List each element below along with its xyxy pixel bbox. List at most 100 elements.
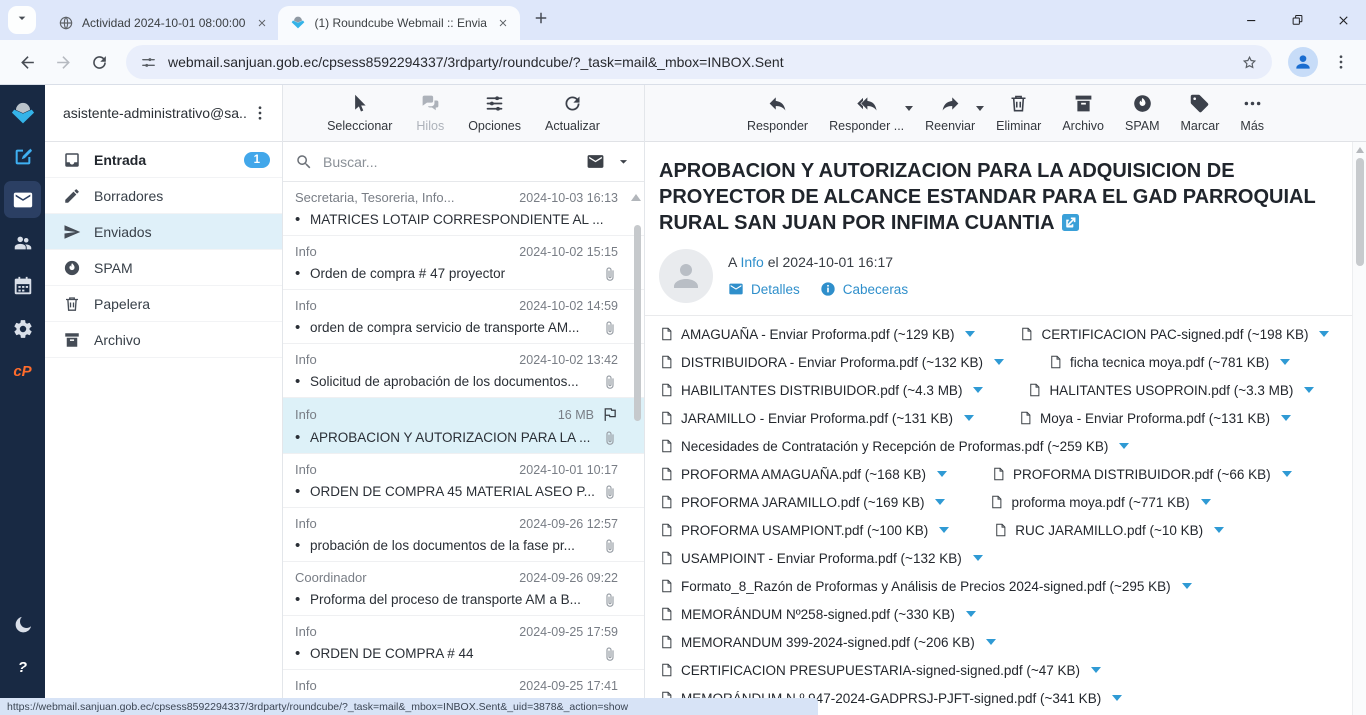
attachment-menu-icon[interactable] (1201, 499, 1211, 505)
spam-button[interactable]: SPAM (1122, 93, 1163, 133)
attachment-menu-icon[interactable] (1281, 415, 1291, 421)
attachment-menu-icon[interactable] (994, 359, 1004, 365)
list-scroll-up-arrow[interactable] (631, 194, 641, 201)
attachment-menu-icon[interactable] (1112, 695, 1122, 701)
attachment-item[interactable]: MEMORÁNDUM Nº258-signed.pdf (~330 KB) (659, 605, 976, 623)
search-dropdown-icon[interactable] (615, 153, 632, 170)
tab-close-icon[interactable] (253, 15, 270, 32)
attachment-menu-icon[interactable] (1091, 667, 1101, 673)
sidebar-item-borradores[interactable]: Borradores (45, 178, 282, 214)
browser-tab[interactable]: (1) Roundcube Webmail :: Envia (278, 6, 520, 40)
message-row[interactable]: Info2024-10-01 10:17•ORDEN DE COMPRA 45 … (283, 454, 644, 508)
rail-item-help[interactable]: ? (4, 649, 41, 686)
attachment-item[interactable]: DISTRIBUIDORA - Enviar Proforma.pdf (~13… (659, 353, 1004, 371)
attachment-menu-icon[interactable] (973, 387, 983, 393)
view-scrollbar[interactable] (1356, 158, 1364, 266)
actualizar-button[interactable]: Actualizar (542, 93, 603, 133)
attachment-item[interactable]: JARAMILLO - Enviar Proforma.pdf (~131 KB… (659, 409, 974, 427)
attachment-menu-icon[interactable] (1182, 583, 1192, 589)
eliminar-button[interactable]: Eliminar (993, 93, 1044, 133)
sidebar-item-entrada[interactable]: Entrada1 (45, 142, 282, 178)
recipient-link[interactable]: Info (740, 254, 763, 270)
attachment-item[interactable]: proforma moya.pdf (~771 KB) (989, 493, 1210, 511)
browser-menu-button[interactable] (1326, 47, 1356, 77)
attachment-item[interactable]: PROFORMA DISTRIBUIDOR.pdf (~66 KB) (991, 465, 1292, 483)
message-row[interactable]: Coordinador2024-09-26 09:22•Proforma del… (283, 562, 644, 616)
chevron-down-icon[interactable] (905, 106, 913, 111)
minimize-button[interactable] (1228, 0, 1274, 40)
attachment-item[interactable]: PROFORMA AMAGUAÑA.pdf (~168 KB) (659, 465, 947, 483)
search-input[interactable] (323, 154, 576, 170)
attachment-item[interactable]: CERTIFICACION PRESUPUESTARIA-signed-sign… (659, 661, 1101, 679)
rail-item-compose[interactable] (4, 138, 41, 175)
rail-item-dark-mode[interactable] (4, 606, 41, 643)
attachment-item[interactable]: ficha tecnica moya.pdf (~781 KB) (1048, 353, 1290, 371)
attachment-menu-icon[interactable] (973, 555, 983, 561)
message-row[interactable]: Info2024-10-02 13:42•Solicitud de aproba… (283, 344, 644, 398)
sidebar-item-archivo[interactable]: Archivo (45, 322, 282, 358)
attachment-menu-icon[interactable] (1214, 527, 1224, 533)
attachment-item[interactable]: PROFORMA JARAMILLO.pdf (~169 KB) (659, 493, 945, 511)
tab-search-button[interactable] (8, 6, 36, 34)
attachment-menu-icon[interactable] (937, 471, 947, 477)
close-button[interactable] (1320, 0, 1366, 40)
sidebar-item-enviados[interactable]: Enviados (45, 214, 282, 250)
forward-button[interactable] (46, 45, 80, 79)
responder-button[interactable]: Responder ... (826, 93, 907, 133)
view-scroll-up-arrow[interactable] (1356, 147, 1364, 153)
profile-avatar[interactable] (1288, 47, 1318, 77)
external-link-icon[interactable] (1062, 214, 1079, 231)
site-info-icon[interactable] (140, 54, 157, 71)
marcar-button[interactable]: Marcar (1178, 93, 1223, 133)
attachment-menu-icon[interactable] (966, 611, 976, 617)
headers-link[interactable]: Cabeceras (820, 281, 908, 297)
rail-item-cpanel[interactable]: cP (4, 353, 41, 390)
attachment-menu-icon[interactable] (1119, 443, 1129, 449)
attachment-menu-icon[interactable] (1280, 359, 1290, 365)
list-scrollbar[interactable] (634, 225, 641, 421)
sidebar-item-papelera[interactable]: Papelera (45, 286, 282, 322)
message-row[interactable]: Info2024-09-26 12:57•probación de los do… (283, 508, 644, 562)
attachment-item[interactable]: Formato_8_Razón de Proformas y Análisis … (659, 577, 1192, 595)
back-button[interactable] (10, 45, 44, 79)
attachment-item[interactable]: Moya - Enviar Proforma.pdf (~131 KB) (1018, 409, 1291, 427)
chevron-down-icon[interactable] (976, 106, 984, 111)
address-bar[interactable]: webmail.sanjuan.gob.ec/cpsess8592294337/… (126, 45, 1272, 79)
new-tab-button[interactable] (528, 7, 554, 33)
message-row[interactable]: Info2024-10-02 14:59•orden de compra ser… (283, 290, 644, 344)
archivo-button[interactable]: Archivo (1059, 93, 1107, 133)
bookmark-star-icon[interactable] (1241, 54, 1258, 71)
flag-icon[interactable] (601, 406, 618, 423)
attachment-menu-icon[interactable] (986, 639, 996, 645)
browser-tab[interactable]: Actividad 2024-10-01 08:00:00 (46, 6, 278, 40)
attachment-item[interactable]: HABILITANTES DISTRIBUIDOR.pdf (~4.3 MB) (659, 381, 983, 399)
details-link[interactable]: Detalles (728, 281, 800, 297)
attachment-item[interactable]: RUC JARAMILLO.pdf (~10 KB) (993, 521, 1224, 539)
attachment-item[interactable]: Necesidades de Contratación y Recepción … (659, 437, 1129, 455)
attachment-menu-icon[interactable] (965, 331, 975, 337)
attachment-item[interactable]: USAMPIOINT - Enviar Proforma.pdf (~132 K… (659, 549, 983, 567)
attachment-menu-icon[interactable] (1304, 387, 1314, 393)
search-scope-mail-icon[interactable] (586, 152, 605, 171)
message-row[interactable]: Info2024-09-25 17:59•ORDEN DE COMPRA # 4… (283, 616, 644, 670)
url-text[interactable]: webmail.sanjuan.gob.ec/cpsess8592294337/… (168, 54, 1230, 70)
restore-button[interactable] (1274, 0, 1320, 40)
m-s-button[interactable]: Más (1237, 93, 1267, 133)
rail-item-calendar[interactable] (4, 267, 41, 304)
attachment-item[interactable]: PROFORMA USAMPIONT.pdf (~100 KB) (659, 521, 949, 539)
rail-item-mail[interactable] (4, 181, 41, 218)
message-row[interactable]: Secretaria, Tesoreria, Info...2024-10-03… (283, 182, 644, 236)
rail-item-settings[interactable] (4, 310, 41, 347)
sidebar-item-spam[interactable]: SPAM (45, 250, 282, 286)
attachment-item[interactable]: AMAGUAÑA - Enviar Proforma.pdf (~129 KB) (659, 325, 975, 343)
rail-item-contacts[interactable] (4, 224, 41, 261)
attachment-item[interactable]: MEMORANDUM 399-2024-signed.pdf (~206 KB) (659, 633, 996, 651)
rail-item-roundcube-logo[interactable] (4, 95, 41, 132)
message-row[interactable]: Info16 MB•APROBACION Y AUTORIZACION PARA… (283, 398, 644, 454)
message-row[interactable]: Info2024-09-25 17:41 (283, 670, 644, 701)
message-row[interactable]: Info2024-10-02 15:15•Orden de compra # 4… (283, 236, 644, 290)
attachment-item[interactable]: HALITANTES USOPROIN.pdf (~3.3 MB) (1027, 381, 1314, 399)
reenviar-button[interactable]: Reenviar (922, 93, 978, 133)
attachment-menu-icon[interactable] (1282, 471, 1292, 477)
seleccionar-button[interactable]: Seleccionar (324, 93, 395, 133)
